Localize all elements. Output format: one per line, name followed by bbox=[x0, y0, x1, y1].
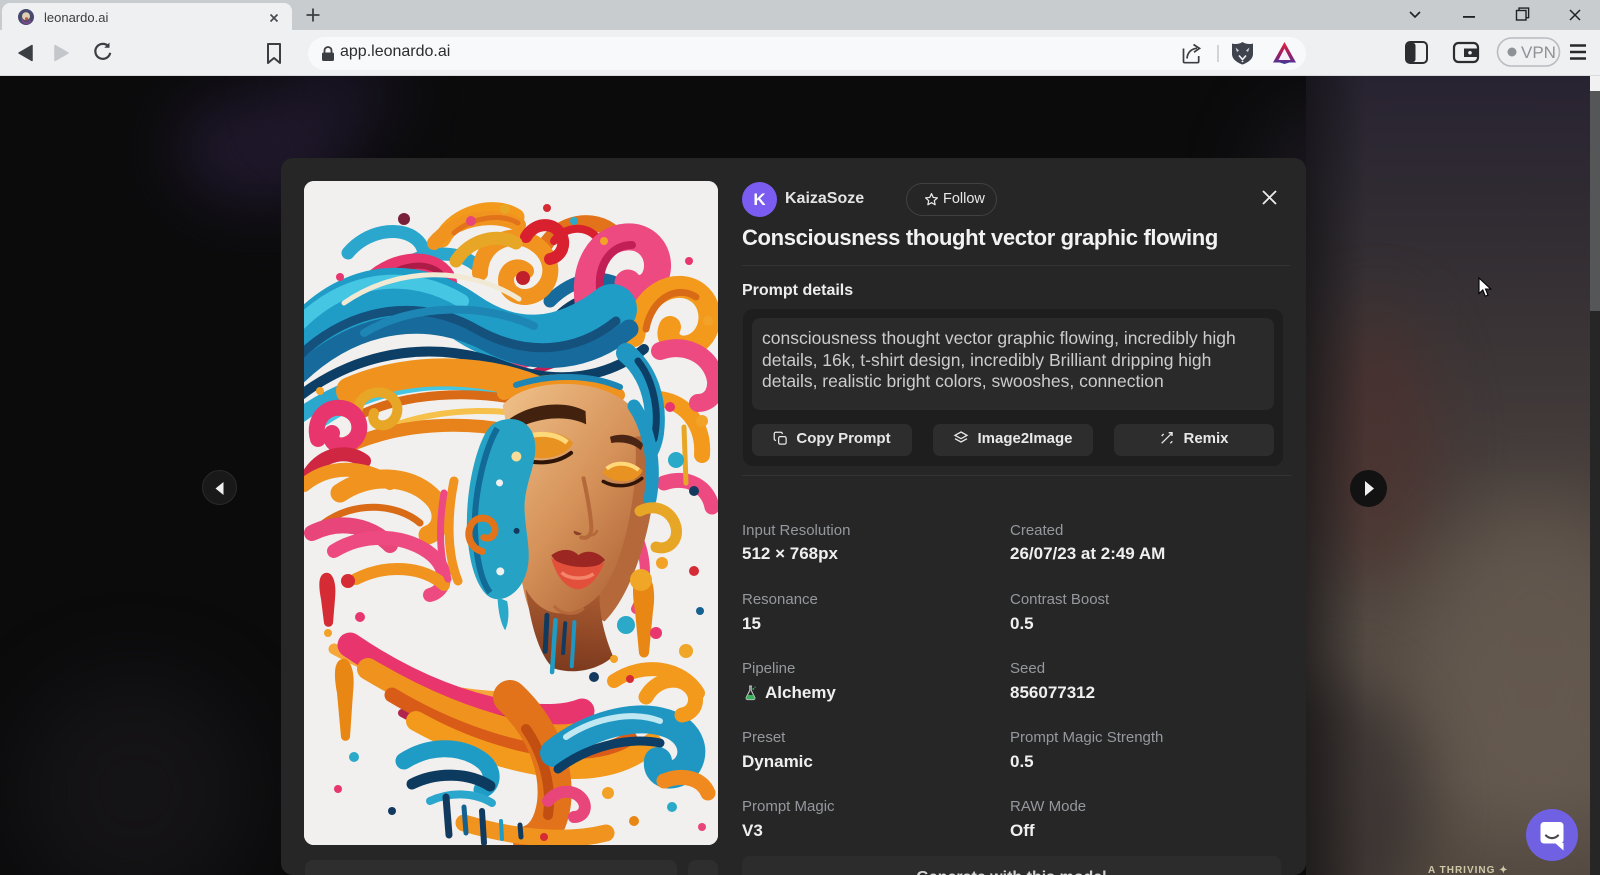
svg-text:VPN: VPN bbox=[1521, 43, 1556, 62]
